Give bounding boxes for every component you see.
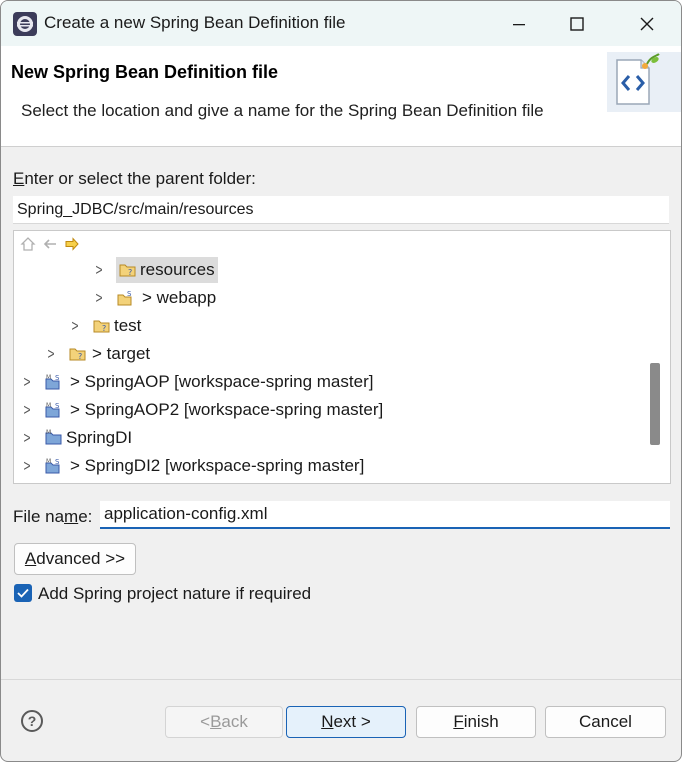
- back-arrow-icon[interactable]: [41, 235, 59, 253]
- add-nature-label: Add Spring project nature if required: [38, 584, 312, 603]
- close-icon: [640, 17, 654, 30]
- folder-icon: ?: [93, 320, 110, 333]
- cancel-button[interactable]: Cancel: [545, 706, 666, 738]
- maximize-icon: [570, 16, 584, 31]
- back-button[interactable]: < Back: [165, 706, 283, 738]
- folder-tree[interactable]: > ? resources > S > webapp > ? test > ? …: [13, 230, 671, 484]
- next-button[interactable]: Next >: [286, 706, 406, 738]
- svg-text:?: ?: [128, 268, 132, 277]
- project-icon: MS: [45, 402, 60, 418]
- tree-toolbar: [19, 235, 81, 253]
- tree-item-label: test: [114, 316, 142, 335]
- tree-item-springdi[interactable]: > M SpringDI: [20, 424, 132, 452]
- chevron-right-icon[interactable]: >: [20, 429, 34, 447]
- tree-item-label: > webapp: [142, 288, 217, 307]
- help-icon[interactable]: ?: [21, 710, 43, 732]
- wizard-description: Select the location and give a name for …: [21, 101, 544, 120]
- minimize-button[interactable]: [491, 1, 547, 46]
- wizard-title: New Spring Bean Definition file: [11, 62, 279, 82]
- project-icon: MS: [45, 458, 60, 474]
- add-nature-checkbox[interactable]: [14, 584, 32, 602]
- tree-item-springdi2[interactable]: > MS > SpringDI2 [workspace-spring maste…: [20, 452, 364, 480]
- svg-text:S: S: [55, 402, 60, 410]
- tree-item-target[interactable]: > ? > target: [44, 340, 150, 368]
- spring-bean-file-icon: [607, 52, 681, 112]
- parent-folder-label: Enter or select the parent folder:: [13, 169, 256, 188]
- tree-item-springaop2[interactable]: > MS > SpringAOP2 [workspace-spring mast…: [20, 396, 383, 424]
- tree-item-springaop[interactable]: > MS > SpringAOP [workspace-spring maste…: [20, 368, 373, 396]
- home-icon[interactable]: [19, 235, 37, 253]
- svg-text:S: S: [55, 374, 60, 382]
- tree-item-label: > SpringAOP2 [workspace-spring master]: [70, 400, 384, 419]
- dialog-window: Create a new Spring Bean Definition file…: [0, 0, 682, 762]
- tree-item-label: > SpringAOP [workspace-spring master]: [70, 372, 374, 391]
- maximize-button[interactable]: [549, 1, 605, 46]
- footer-separator: [1, 679, 681, 680]
- parent-folder-input[interactable]: [13, 196, 669, 224]
- svg-text:S: S: [127, 290, 132, 298]
- minimize-icon: [513, 23, 525, 25]
- forward-arrow-icon[interactable]: [63, 235, 81, 253]
- svg-text:?: ?: [78, 352, 82, 361]
- tree-item-label: resources: [140, 260, 215, 279]
- svg-text:?: ?: [102, 324, 106, 333]
- finish-button[interactable]: Finish: [416, 706, 536, 738]
- chevron-right-icon[interactable]: >: [20, 457, 34, 475]
- chevron-right-icon[interactable]: >: [68, 317, 82, 335]
- checkmark-icon: [17, 588, 29, 598]
- source-folder-icon: ?: [119, 264, 136, 277]
- tree-item-label: > target: [92, 344, 151, 363]
- chevron-right-icon[interactable]: >: [44, 345, 58, 363]
- svg-text:S: S: [55, 458, 60, 466]
- project-icon: MS: [45, 374, 60, 390]
- chevron-right-icon[interactable]: >: [92, 289, 106, 307]
- title-bar: Create a new Spring Bean Definition file: [1, 1, 681, 46]
- svg-text:M: M: [46, 458, 51, 465]
- svg-text:M: M: [46, 374, 51, 381]
- file-name-input[interactable]: [100, 501, 670, 529]
- advanced-button[interactable]: Advanced >>: [14, 543, 136, 575]
- eclipse-app-icon: [13, 12, 37, 36]
- tree-item-webapp[interactable]: > S > webapp: [92, 284, 216, 312]
- folder-icon: ?: [69, 348, 86, 361]
- svg-text:M: M: [46, 429, 51, 436]
- chevron-right-icon[interactable]: >: [20, 373, 34, 391]
- window-title: Create a new Spring Bean Definition file: [44, 13, 346, 32]
- project-icon: M: [45, 429, 62, 445]
- tree-item-label: > SpringDI2 [workspace-spring master]: [70, 456, 365, 475]
- file-name-label: File name:: [13, 507, 93, 526]
- svg-text:M: M: [46, 402, 51, 409]
- tree-item-resources[interactable]: > ? resources: [92, 256, 218, 284]
- tree-item-label: SpringDI: [66, 428, 133, 447]
- chevron-right-icon[interactable]: >: [20, 401, 34, 419]
- folder-icon: S: [117, 290, 132, 306]
- chevron-right-icon[interactable]: >: [92, 261, 106, 279]
- wizard-banner: New Spring Bean Definition file Select t…: [1, 46, 681, 147]
- tree-scrollbar[interactable]: [650, 363, 660, 445]
- tree-item-test[interactable]: > ? test: [68, 312, 141, 340]
- close-button[interactable]: [619, 1, 675, 46]
